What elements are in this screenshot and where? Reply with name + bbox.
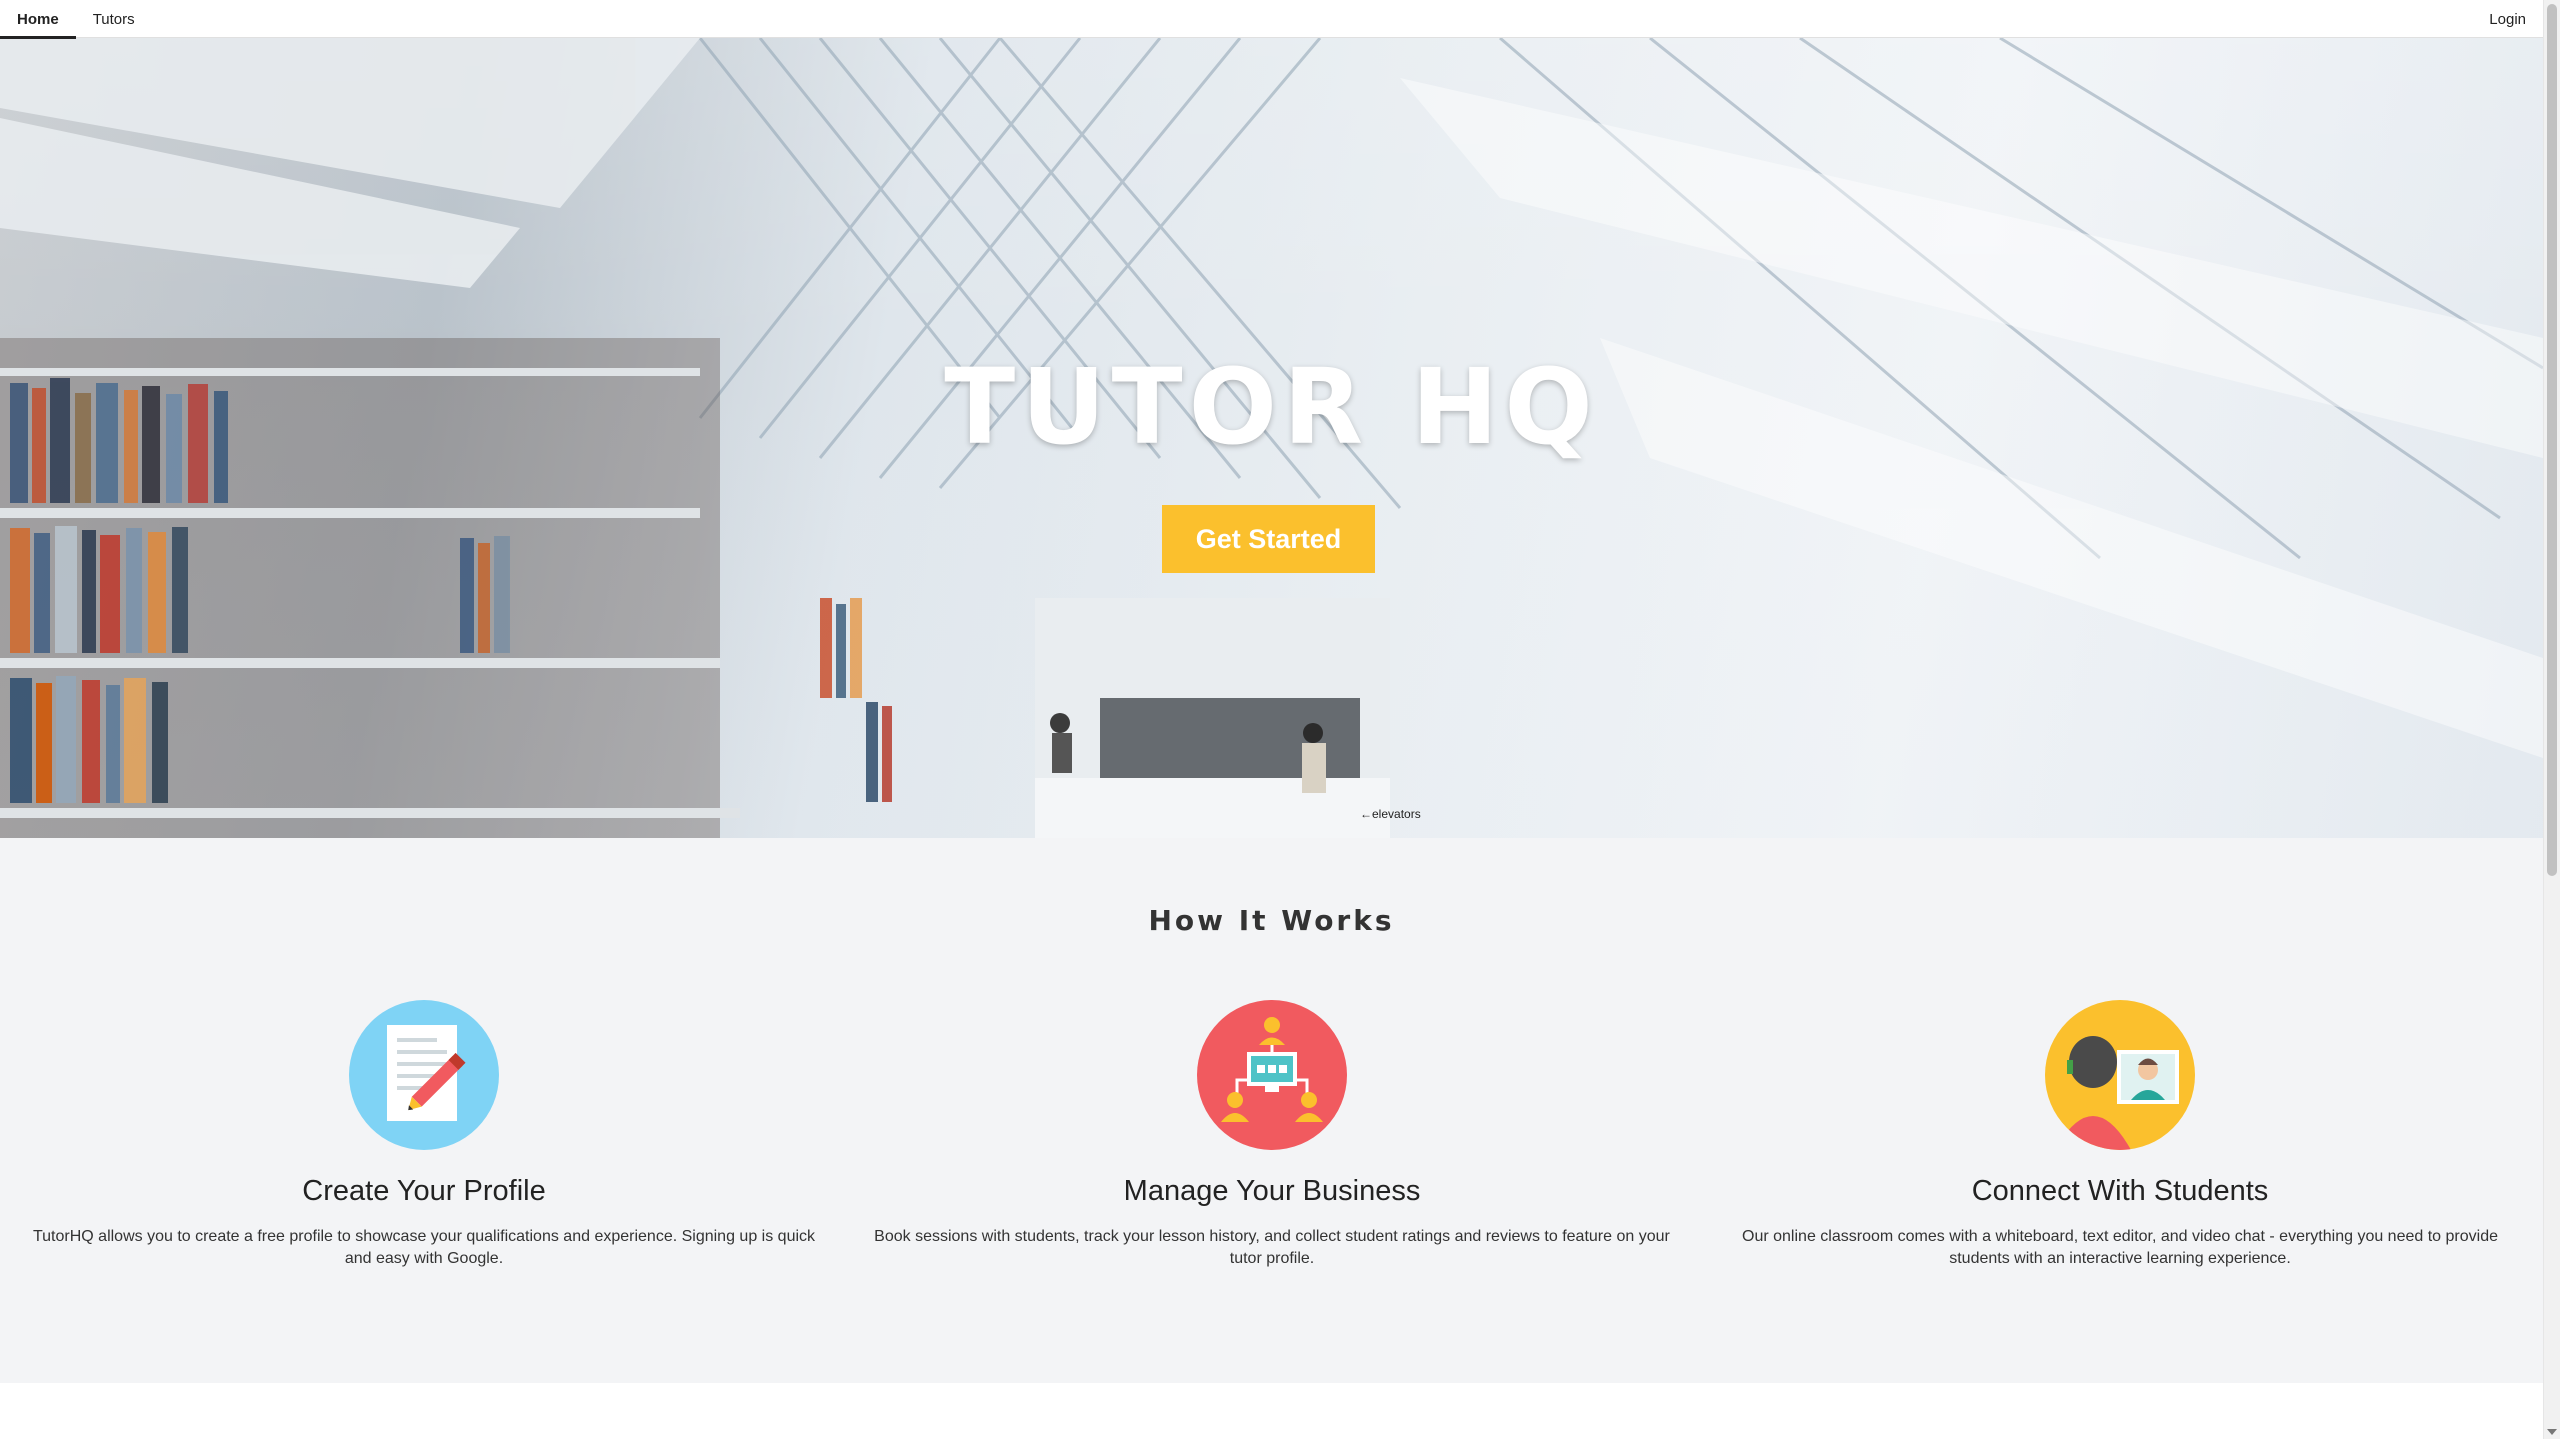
svg-text:←elevators: ←elevators bbox=[1360, 807, 1421, 821]
top-nav: Home Tutors Login bbox=[0, 0, 2543, 39]
hero-title: TUTOR HQ bbox=[944, 346, 1599, 468]
get-started-button[interactable]: Get Started bbox=[1162, 505, 1375, 573]
profile-document-pencil-icon bbox=[349, 1000, 499, 1150]
feature-description: TutorHQ allows you to create a free prof… bbox=[32, 1228, 816, 1267]
feature-description: Our online classroom comes with a whiteb… bbox=[1742, 1228, 2498, 1267]
feature-manage-business: Manage Your Business Book sessions with … bbox=[862, 1000, 1682, 1270]
how-it-works-title: How It Works bbox=[1148, 904, 1395, 937]
login-link[interactable]: Login bbox=[2472, 0, 2543, 38]
scroll-down-arrow-icon[interactable] bbox=[2547, 1429, 2557, 1435]
nav-tab-home[interactable]: Home bbox=[0, 0, 76, 39]
feature-description: Book sessions with students, track your … bbox=[874, 1228, 1670, 1267]
feature-title: Create Your Profile bbox=[302, 1175, 546, 1207]
scrollbar-thumb[interactable] bbox=[2547, 4, 2557, 876]
feature-create-profile: Create Your Profile TutorHQ allows you t… bbox=[14, 1000, 834, 1270]
page: Home Tutors Login ←elevators TUTOR HQ Ge… bbox=[0, 0, 2560, 1439]
video-chat-students-icon bbox=[2045, 1000, 2195, 1150]
feature-title: Manage Your Business bbox=[1123, 1175, 1421, 1207]
business-network-computer-icon bbox=[1197, 1000, 1347, 1150]
hero-banner: ←elevators TUTOR HQ Get Started bbox=[0, 38, 2543, 838]
page-scrollbar[interactable] bbox=[2543, 0, 2560, 1439]
feature-title: Connect With Students bbox=[1971, 1175, 2269, 1207]
how-it-works-section: How It Works Create Your Profile TutorHQ… bbox=[0, 838, 2543, 1383]
feature-connect-students: Connect With Students Our online classro… bbox=[1710, 1000, 2530, 1270]
nav-tab-tutors[interactable]: Tutors bbox=[76, 0, 152, 38]
